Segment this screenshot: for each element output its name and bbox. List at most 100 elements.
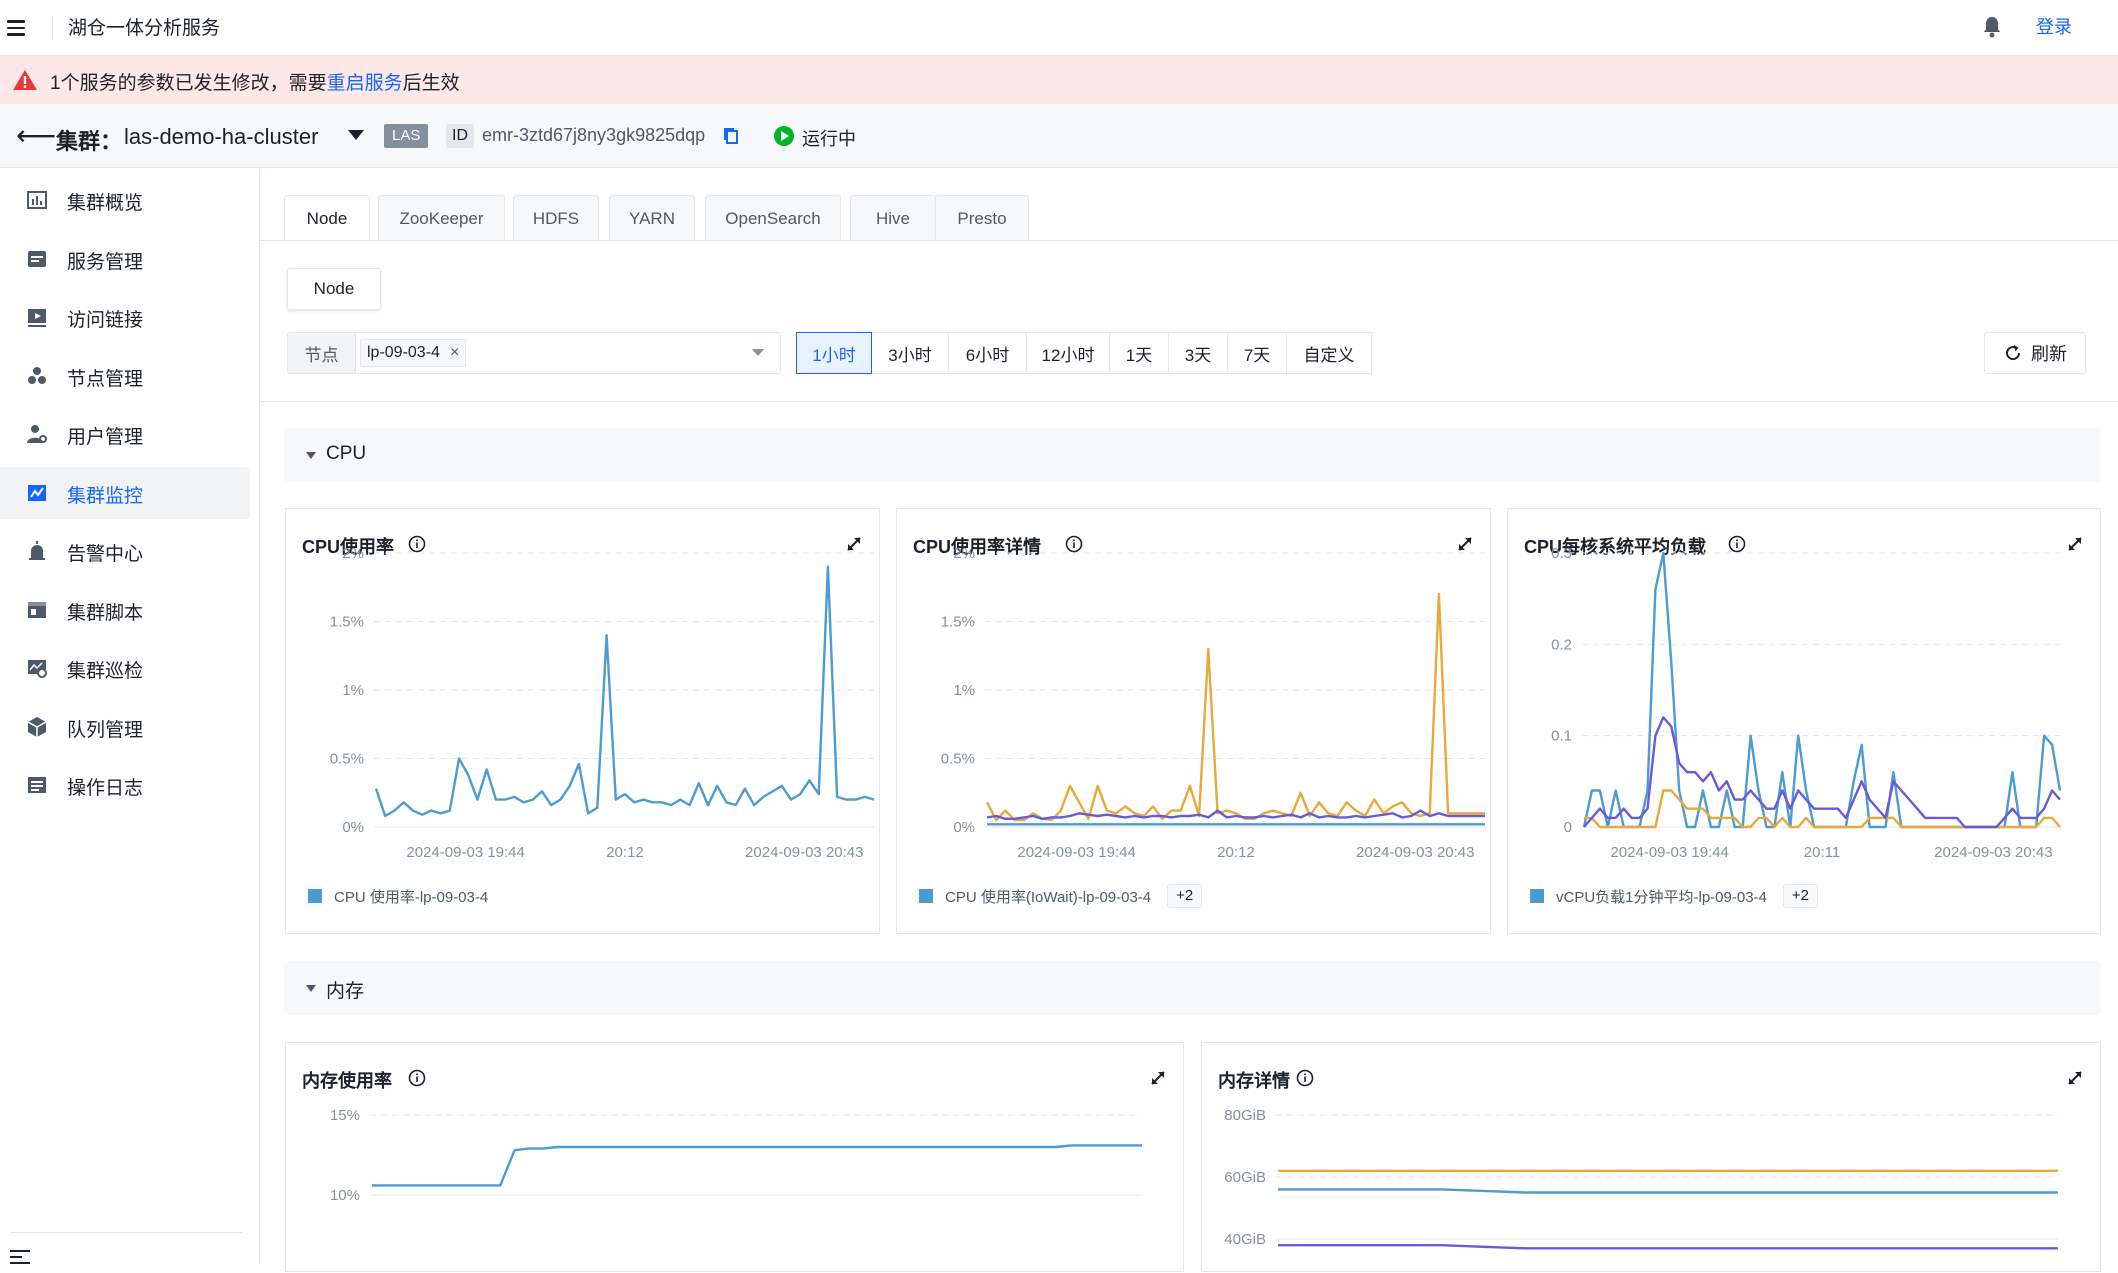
alert-text: 1个服务的参数已发生修改，需要 — [50, 73, 327, 94]
restart-service-link[interactable]: 重启服务 — [327, 73, 403, 94]
refresh-button[interactable]: 刷新 — [1984, 332, 2086, 374]
warning-icon — [13, 70, 37, 90]
tab-presto[interactable]: Presto — [935, 195, 1029, 241]
sidebar-item-6[interactable]: 告警中心 — [0, 525, 250, 577]
time-range-6[interactable]: 7天 — [1227, 332, 1287, 374]
memory-section-header[interactable]: 内存 — [284, 961, 2101, 1015]
back-arrow-icon[interactable]: ⟵ — [16, 122, 56, 150]
y-tick-label: 40GiB — [1224, 1231, 1266, 1248]
y-tick-label: 0.5% — [330, 751, 364, 768]
y-tick-label: 0% — [953, 819, 975, 836]
time-range-5[interactable]: 3天 — [1168, 332, 1228, 374]
series-line-2 — [1583, 716, 2061, 829]
time-range-group: 1小时 3小时 6小时 12小时 1天 3天 7天 自定义 — [796, 332, 1372, 374]
user-gear-icon — [27, 425, 47, 443]
tab-yarn[interactable]: YARN — [609, 195, 695, 241]
legend-swatch — [1530, 889, 1544, 903]
remove-chip-icon[interactable]: × — [450, 340, 459, 366]
legend-more-button[interactable]: +2 — [1782, 884, 1818, 908]
chart-plot: 10% 15% — [330, 1107, 1142, 1204]
sidebar-item-label: 集群脚本 — [67, 602, 144, 624]
bell-icon[interactable] — [1980, 14, 2004, 40]
chart-card-4: 内存详情 40GiB 60GiB 80GiB — [1201, 1042, 2101, 1272]
alert-text-suffix: 后生效 — [402, 73, 460, 94]
tab-opensearch[interactable]: OpenSearch — [705, 195, 841, 241]
sidebar-item-5[interactable]: 集群监控 — [0, 466, 250, 519]
cpu-section-title: CPU — [326, 443, 367, 464]
chart-legend[interactable]: vCPU负载1分钟平均-lp-09-03-4 +2 — [1530, 883, 1818, 909]
series-line-0 — [374, 565, 875, 818]
y-tick-label: 0.5% — [941, 751, 975, 768]
y-tick-label: 15% — [330, 1107, 360, 1124]
sidebar-item-label: 服务管理 — [67, 251, 144, 273]
legend-label: vCPU负载1分钟平均-lp-09-03-4 — [1556, 888, 1767, 906]
tab-zookeeper[interactable]: ZooKeeper — [378, 195, 505, 241]
node-select[interactable]: 节点 lp-09-03-4 × — [287, 332, 781, 374]
content-divider — [260, 401, 2118, 402]
cluster-dropdown-icon[interactable] — [348, 130, 364, 140]
sidebar-item-label: 节点管理 — [67, 368, 144, 390]
time-range-4[interactable]: 1天 — [1109, 332, 1169, 374]
series-line-1 — [1278, 1188, 2058, 1194]
sidebar-item-10[interactable]: 操作日志 — [0, 759, 250, 811]
app-title: 湖仓一体分析服务 — [68, 18, 221, 39]
sidebar-item-3[interactable]: 节点管理 — [0, 350, 250, 402]
memory-section-title: 内存 — [326, 981, 365, 1002]
y-tick-label: 80GiB — [1224, 1107, 1266, 1124]
y-tick-label: 1.5% — [330, 614, 364, 631]
divider — [52, 16, 53, 38]
subtab-node[interactable]: Node — [287, 268, 381, 310]
chart-bar-icon — [27, 191, 47, 209]
tab-hdfs[interactable]: HDFS — [513, 195, 599, 241]
login-link[interactable]: 登录 — [2036, 13, 2072, 39]
chart-card-3: 内存使用率 10% 15% — [285, 1042, 1184, 1272]
time-range-7[interactable]: 自定义 — [1286, 332, 1372, 374]
cluster-type-tag: LAS — [384, 124, 429, 148]
sidebar-item-0[interactable]: 集群概览 — [0, 174, 250, 226]
sidebar-item-2[interactable]: 访问链接 — [0, 291, 250, 343]
sidebar-item-label: 集群巡检 — [67, 661, 144, 682]
sidebar-item-1[interactable]: 服务管理 — [0, 233, 250, 285]
copy-icon[interactable] — [722, 126, 740, 146]
series-line-1 — [985, 592, 1485, 822]
tab-node[interactable]: Node — [284, 195, 370, 242]
tab-hive[interactable]: Hive — [850, 195, 936, 241]
y-tick-label: 10% — [330, 1187, 360, 1204]
legend-more-button[interactable]: +2 — [1167, 884, 1203, 908]
refresh-label: 刷新 — [2031, 344, 2067, 364]
y-tick-label: 0% — [342, 819, 364, 836]
time-range-2[interactable]: 6小时 — [948, 332, 1027, 374]
time-range-3[interactable]: 12小时 — [1026, 332, 1110, 374]
collapse-sidebar-icon[interactable] — [10, 1250, 32, 1264]
series-line-2 — [1278, 1243, 2058, 1250]
sidebar-item-8[interactable]: 集群巡检 — [0, 642, 250, 694]
script-icon — [28, 601, 46, 618]
sidebar-item-label: 访问链接 — [67, 310, 144, 331]
chart-plot: 0% 0.5% 1% 1.5% 2% 2024-09-03 19:44 20:12 2024-… — [330, 545, 875, 861]
time-range-1[interactable]: 3小时 — [871, 332, 949, 374]
cpu-section-header[interactable]: CPU — [284, 428, 2101, 482]
top-bar: 湖仓一体分析服务 登录 — [0, 0, 2118, 56]
chart-card-2: CPU每核系统平均负载 0 0.1 0.2 0.3 2024-09-03 19:44 20:… — [1507, 508, 2101, 934]
x-tick-label: 2024-09-03 19:44 — [1017, 844, 1135, 861]
chart-card-1: CPU使用率详情 0% 0.5% 1% 1.5% 2% 2024-09-03 19:44 20… — [896, 508, 1491, 934]
sidebar-item-label: 集群概览 — [67, 193, 144, 214]
y-tick-label: 60GiB — [1224, 1169, 1266, 1186]
legend-label: CPU 使用率(IoWait)-lp-09-03-4 — [945, 888, 1152, 906]
chart-legend[interactable]: CPU 使用率-lp-09-03-4 — [308, 883, 488, 909]
sidebar-item-7[interactable]: 集群脚本 — [0, 584, 250, 636]
chart-plot: 40GiB 60GiB 80GiB — [1224, 1107, 2058, 1250]
y-tick-label: 1.5% — [941, 614, 975, 631]
sidebar-item-4[interactable]: 用户管理 — [0, 408, 250, 460]
sidebar-item-label: 集群监控 — [67, 485, 144, 507]
sidebar-item-9[interactable]: 队列管理 — [0, 701, 250, 753]
series-line-0 — [372, 1144, 1142, 1187]
nodes-icon — [28, 366, 46, 384]
chart-legend[interactable]: CPU 使用率(IoWait)-lp-09-03-4 +2 — [919, 883, 1203, 909]
legend-swatch — [919, 889, 933, 903]
time-range-0[interactable]: 1小时 — [796, 332, 872, 374]
restart-alert: 1个服务的参数已发生修改，需要重启服务后生效 — [0, 56, 2118, 104]
hamburger-menu-icon[interactable] — [4, 14, 32, 42]
y-tick-label: 0.3 — [1551, 545, 1572, 562]
y-tick-label: 0.1 — [1551, 728, 1572, 745]
